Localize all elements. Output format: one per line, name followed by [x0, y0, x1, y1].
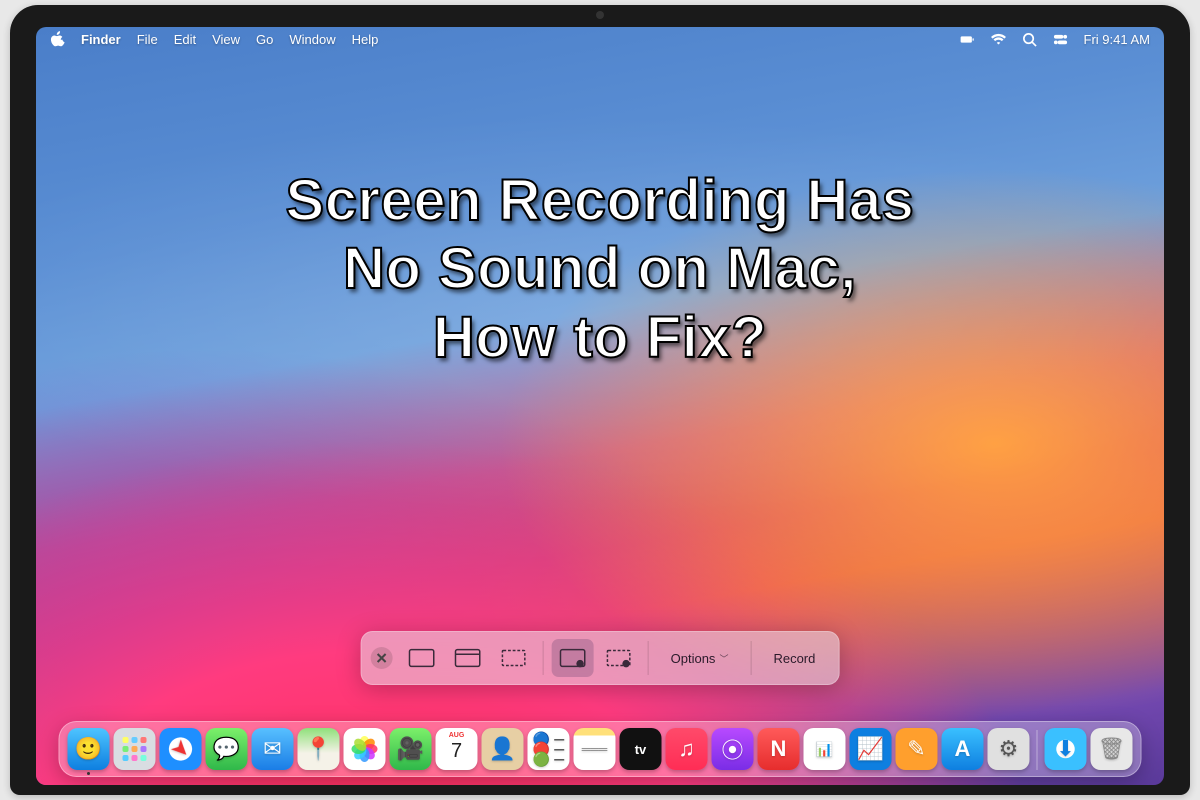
launchpad-app-icon[interactable]	[114, 728, 156, 770]
laptop-frame: Finder File Edit View Go Window Help	[10, 5, 1190, 795]
article-headline-overlay: Screen Recording Has No Sound on Mac, Ho…	[36, 167, 1164, 372]
toolbar-divider	[750, 641, 751, 675]
podcasts-app-icon[interactable]: ⦿	[712, 728, 754, 770]
appstore-app-icon[interactable]: A	[942, 728, 984, 770]
chevron-down-icon: ﹀	[719, 652, 728, 665]
calendar-day: 7	[436, 740, 478, 763]
record-entire-screen-icon[interactable]	[552, 639, 594, 677]
finder-app-icon[interactable]: 🙂	[68, 728, 110, 770]
menu-window[interactable]: Window	[289, 32, 335, 47]
calendar-app-icon[interactable]: AUG 7	[436, 728, 478, 770]
options-button[interactable]: Options ﹀	[657, 639, 743, 677]
record-label: Record	[773, 651, 815, 666]
headline-line: No Sound on Mac,	[96, 235, 1104, 303]
apple-menu-icon[interactable]	[50, 31, 65, 48]
app-menu[interactable]: Finder	[81, 32, 121, 47]
tv-app-icon[interactable]: tv	[620, 728, 662, 770]
menu-file[interactable]: File	[137, 32, 158, 47]
contacts-app-icon[interactable]: 👤	[482, 728, 524, 770]
messages-app-icon[interactable]: 💬	[206, 728, 248, 770]
spotlight-icon[interactable]	[1022, 32, 1037, 47]
maps-app-icon[interactable]: 📍	[298, 728, 340, 770]
news-app-icon[interactable]: N	[758, 728, 800, 770]
record-selection-icon[interactable]	[598, 639, 640, 677]
menu-edit[interactable]: Edit	[174, 32, 196, 47]
headline-line: Screen Recording Has	[96, 167, 1104, 235]
capture-window-icon[interactable]	[447, 639, 489, 677]
close-toolbar-button[interactable]	[371, 647, 393, 669]
control-center-icon[interactable]	[1053, 32, 1068, 47]
trash-icon[interactable]: 🗑	[1091, 728, 1133, 770]
record-button[interactable]: Record	[759, 639, 829, 677]
dock: 🙂 ➤ 💬 ✉︎ 📍 🎥 AUG 7 👤 🔵 ─🔴 ─🟢 ─	[59, 721, 1142, 777]
capture-entire-screen-icon[interactable]	[401, 639, 443, 677]
camera-notch	[596, 11, 604, 19]
pages-app-icon[interactable]: ✎	[896, 728, 938, 770]
keynote-app-icon[interactable]: 📈	[850, 728, 892, 770]
reminders-app-icon[interactable]: 🔵 ─🔴 ─🟢 ─	[528, 728, 570, 770]
toolbar-divider	[543, 641, 544, 675]
menubar: Finder File Edit View Go Window Help	[36, 27, 1164, 51]
safari-app-icon[interactable]: ➤	[160, 728, 202, 770]
toolbar-divider	[648, 641, 649, 675]
notes-app-icon[interactable]: ═══	[574, 728, 616, 770]
menu-help[interactable]: Help	[352, 32, 379, 47]
system-preferences-app-icon[interactable]: ⚙︎	[988, 728, 1030, 770]
wifi-icon[interactable]	[991, 32, 1006, 47]
facetime-app-icon[interactable]: 🎥	[390, 728, 432, 770]
dock-separator	[1037, 730, 1038, 770]
photos-app-icon[interactable]	[344, 728, 386, 770]
menu-view[interactable]: View	[212, 32, 240, 47]
battery-icon[interactable]	[960, 32, 975, 47]
headline-line: How to Fix?	[96, 304, 1104, 372]
options-label: Options	[671, 651, 716, 666]
menubar-clock[interactable]: Fri 9:41 AM	[1084, 32, 1150, 47]
numbers-app-icon[interactable]: 📊	[804, 728, 846, 770]
menu-go[interactable]: Go	[256, 32, 273, 47]
music-app-icon[interactable]: ♫	[666, 728, 708, 770]
screenshot-toolbar: Options ﹀ Record	[361, 631, 840, 685]
downloads-stack-icon[interactable]: ⬇︎	[1045, 728, 1087, 770]
mail-app-icon[interactable]: ✉︎	[252, 728, 294, 770]
calendar-month: AUG	[436, 732, 478, 739]
capture-selection-icon[interactable]	[493, 639, 535, 677]
macos-desktop: Finder File Edit View Go Window Help	[36, 27, 1164, 785]
